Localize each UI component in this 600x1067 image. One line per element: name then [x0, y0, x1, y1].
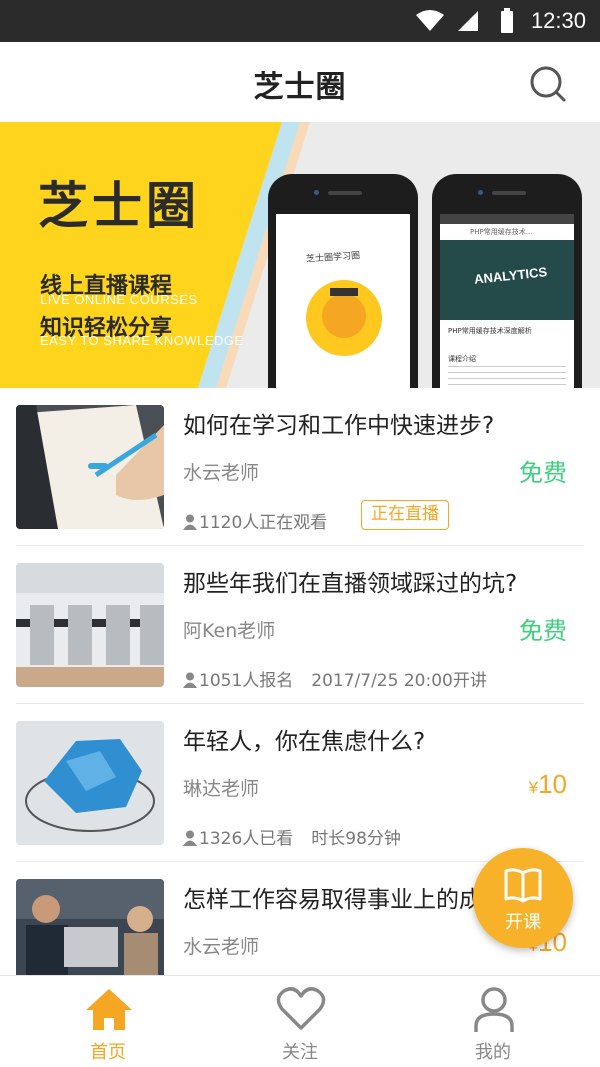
teacher-name: 琳达老师	[183, 778, 260, 800]
tab-label: 关注	[282, 1042, 318, 1063]
analytics-image: ANALYTICS	[440, 240, 574, 320]
person-icon	[183, 514, 197, 530]
duration: 时长98分钟	[311, 829, 401, 849]
signal-icon	[458, 11, 478, 31]
open-course-button[interactable]: 开课	[473, 848, 573, 948]
phone-screen-2: PHP常用缓存技术... ANALYTICS PHP常用缓存技术深度解析 课程介…	[440, 214, 574, 388]
graduation-cap-icon	[330, 288, 358, 296]
phone-screen-1: 芝士圈学习圈	[276, 214, 410, 388]
mini-course-title: PHP常用缓存技术深度解析	[448, 327, 532, 335]
tab-label: 我的	[475, 1042, 511, 1063]
tab-home[interactable]: 首页	[48, 976, 168, 1067]
price-value: 10	[538, 769, 567, 799]
page-title: 芝士圈	[253, 70, 347, 105]
heart-icon	[276, 987, 326, 1030]
course-item[interactable]: 那些年我们在直播领域踩过的坑? 阿Ken老师 免费 1051人报名 2017/7/…	[0, 546, 600, 704]
person-icon	[183, 672, 197, 688]
banner-subline-1: LIVE ONLINE COURSES	[40, 292, 198, 307]
user-icon	[474, 987, 514, 1032]
course-title: 那些年我们在直播领域踩过的坑?	[183, 571, 518, 597]
start-time: 2017/7/25 20:00开讲	[311, 671, 487, 691]
speaker-grille	[328, 191, 362, 195]
course-price: ¥10	[529, 769, 567, 800]
promo-banner[interactable]: 芝士圈 线上直播课程 LIVE ONLINE COURSES 知识轻松分享 EA…	[0, 122, 600, 388]
mascot-face	[322, 294, 366, 338]
mini-logo-text: 芝士圈学习圈	[305, 251, 361, 265]
course-meta: 1326人已看 时长98分钟	[183, 824, 401, 849]
course-price: 免费	[519, 459, 567, 487]
cheese-mascot-icon	[306, 280, 382, 356]
course-thumbnail	[16, 721, 164, 845]
status-time: 12:30	[530, 8, 586, 33]
teacher-name: 阿Ken老师	[183, 620, 276, 642]
teacher-name: 水云老师	[183, 462, 260, 484]
course-title: 年轻人，你在焦虑什么?	[183, 729, 426, 755]
course-item[interactable]: 如何在学习和工作中快速进步? 水云老师 免费 1120人正在观看 正在直播	[0, 388, 600, 546]
search-icon[interactable]	[526, 62, 570, 106]
analytics-word: ANALYTICS	[473, 264, 548, 287]
course-thumbnail	[16, 405, 164, 529]
status-bar: 12:30	[0, 0, 600, 42]
mini-section-title: 课程介绍	[448, 355, 476, 363]
course-thumbnail	[16, 563, 164, 687]
open-course-label: 开课	[505, 912, 541, 933]
phone-mockup-2: PHP常用缓存技术... ANALYTICS PHP常用缓存技术深度解析 课程介…	[432, 174, 582, 388]
live-status-badge: 正在直播	[361, 500, 449, 530]
course-item[interactable]: 年轻人，你在焦虑什么? 琳达老师 ¥10 1326人已看 时长98分钟	[0, 704, 600, 862]
battery-icon	[501, 8, 513, 33]
camera-dot	[478, 190, 483, 195]
course-meta: 1120人正在观看	[183, 508, 327, 533]
tab-follow[interactable]: 关注	[240, 976, 360, 1067]
viewer-count: 1120人正在观看	[199, 513, 328, 533]
person-icon	[183, 830, 197, 846]
speaker-grille	[492, 191, 526, 195]
course-title: 如何在学习和工作中快速进步?	[183, 413, 495, 439]
mini-status-bar	[440, 214, 574, 224]
course-meta: 1051人报名 2017/7/25 20:00开讲	[183, 666, 487, 691]
wifi-icon	[416, 10, 444, 31]
banner-logo: 芝士圈	[38, 176, 200, 235]
mini-text-lines	[448, 366, 566, 388]
phone-mockup-1: 芝士圈学习圈	[268, 174, 418, 388]
camera-dot	[314, 190, 319, 195]
mini-nav-title: PHP常用缓存技术...	[440, 224, 574, 240]
course-thumbnail	[16, 879, 164, 975]
viewed-count: 1326人已看	[199, 829, 294, 849]
teacher-name: 水云老师	[183, 936, 260, 958]
tab-label: 首页	[90, 1042, 126, 1063]
course-title: 怎样工作容易取得事业上的成功?	[183, 887, 518, 913]
app-header: 芝士圈	[0, 42, 600, 122]
course-price: 免费	[519, 617, 567, 645]
currency-symbol: ¥	[528, 778, 539, 797]
banner-subline-2: EASY TO SHARE KNOWLEDGE	[40, 333, 244, 348]
bottom-tab-bar: 首页 关注 我的	[0, 975, 600, 1067]
book-icon	[504, 868, 542, 903]
tab-me[interactable]: 我的	[433, 976, 553, 1067]
signup-count: 1051人报名	[199, 671, 294, 691]
home-icon	[86, 989, 132, 1030]
